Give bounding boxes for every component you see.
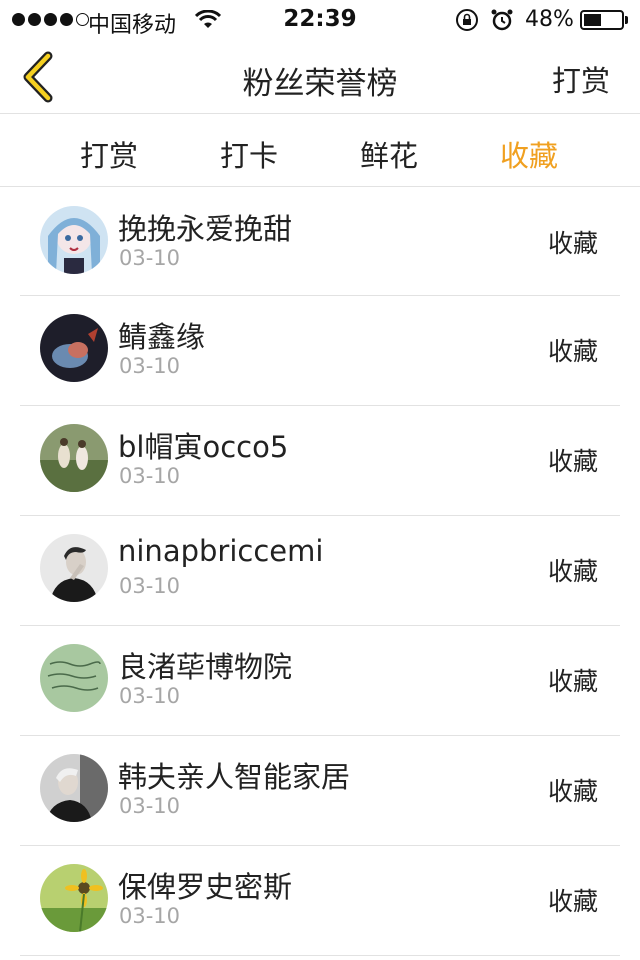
user-name: 保俾罗史密斯: [118, 870, 293, 904]
avatar: [40, 424, 108, 492]
tab-favorites[interactable]: 收藏: [459, 133, 599, 175]
back-button[interactable]: [14, 50, 64, 104]
item-date: 03-10: [119, 794, 181, 818]
list-item[interactable]: 韩夫亲人智能家居 03-10 收藏: [0, 736, 640, 846]
tab-flowers[interactable]: 鲜花: [319, 133, 459, 175]
tab-check-in[interactable]: 打卡: [179, 133, 319, 175]
alarm-icon: [490, 8, 514, 38]
reward-button[interactable]: 打赏: [552, 58, 610, 100]
avatar: [40, 314, 108, 382]
avatar: [40, 754, 108, 822]
user-name: 韩夫亲人智能家居: [118, 760, 351, 794]
user-name: 良渚荜博物院: [118, 650, 293, 684]
chevron-left-icon: [23, 51, 53, 103]
list-item[interactable]: bl帽寅occo5 03-10 收藏: [0, 406, 640, 516]
favorite-label[interactable]: 收藏: [548, 224, 598, 260]
favorite-label[interactable]: 收藏: [548, 662, 598, 698]
battery-tip: [625, 16, 628, 24]
battery-icon: [580, 10, 624, 30]
tab-reward[interactable]: 打赏: [39, 133, 179, 175]
list-item[interactable]: 保俾罗史密斯 03-10 收藏: [0, 846, 640, 956]
battery-percentage: 48%: [525, 7, 574, 32]
user-name: bl帽寅occo5: [118, 430, 289, 464]
avatar: [40, 864, 108, 932]
divider: [20, 955, 620, 956]
item-date: 03-10: [119, 574, 181, 598]
favorite-label[interactable]: 收藏: [548, 882, 598, 918]
item-date: 03-10: [119, 246, 181, 270]
user-name: ninapbriccemi: [118, 534, 324, 568]
list-item[interactable]: 良渚荜博物院 03-10 收藏: [0, 626, 640, 736]
page-title: 粉丝荣誉榜: [242, 66, 398, 102]
list-item[interactable]: 挽挽永爱挽甜 03-10 收藏: [0, 188, 640, 296]
rotation-lock-icon: [455, 8, 479, 38]
list-item[interactable]: 鲭鑫缘 03-10 收藏: [0, 296, 640, 406]
nav-bar: 粉丝荣誉榜 打赏: [0, 40, 640, 114]
favorite-label[interactable]: 收藏: [548, 552, 598, 588]
avatar: [40, 644, 108, 712]
status-bar: 中国移动 22:39 48%: [0, 0, 640, 40]
favorite-label[interactable]: 收藏: [548, 332, 598, 368]
tab-bar: 打赏 打卡 鲜花 收藏: [0, 115, 640, 187]
user-name: 鲭鑫缘: [118, 320, 206, 354]
item-date: 03-10: [119, 354, 181, 378]
item-date: 03-10: [119, 684, 181, 708]
favorite-label[interactable]: 收藏: [548, 772, 598, 808]
battery-level: [584, 14, 601, 26]
fan-list: 挽挽永爱挽甜 03-10 收藏 鲭鑫缘 03-10 收藏 bl帽寅occo5 0…: [0, 188, 640, 956]
favorite-label[interactable]: 收藏: [548, 442, 598, 478]
user-name: 挽挽永爱挽甜: [118, 212, 293, 246]
avatar: [40, 534, 108, 602]
avatar: [40, 206, 108, 274]
item-date: 03-10: [119, 464, 181, 488]
item-date: 03-10: [119, 904, 181, 928]
list-item[interactable]: ninapbriccemi 03-10 收藏: [0, 516, 640, 626]
